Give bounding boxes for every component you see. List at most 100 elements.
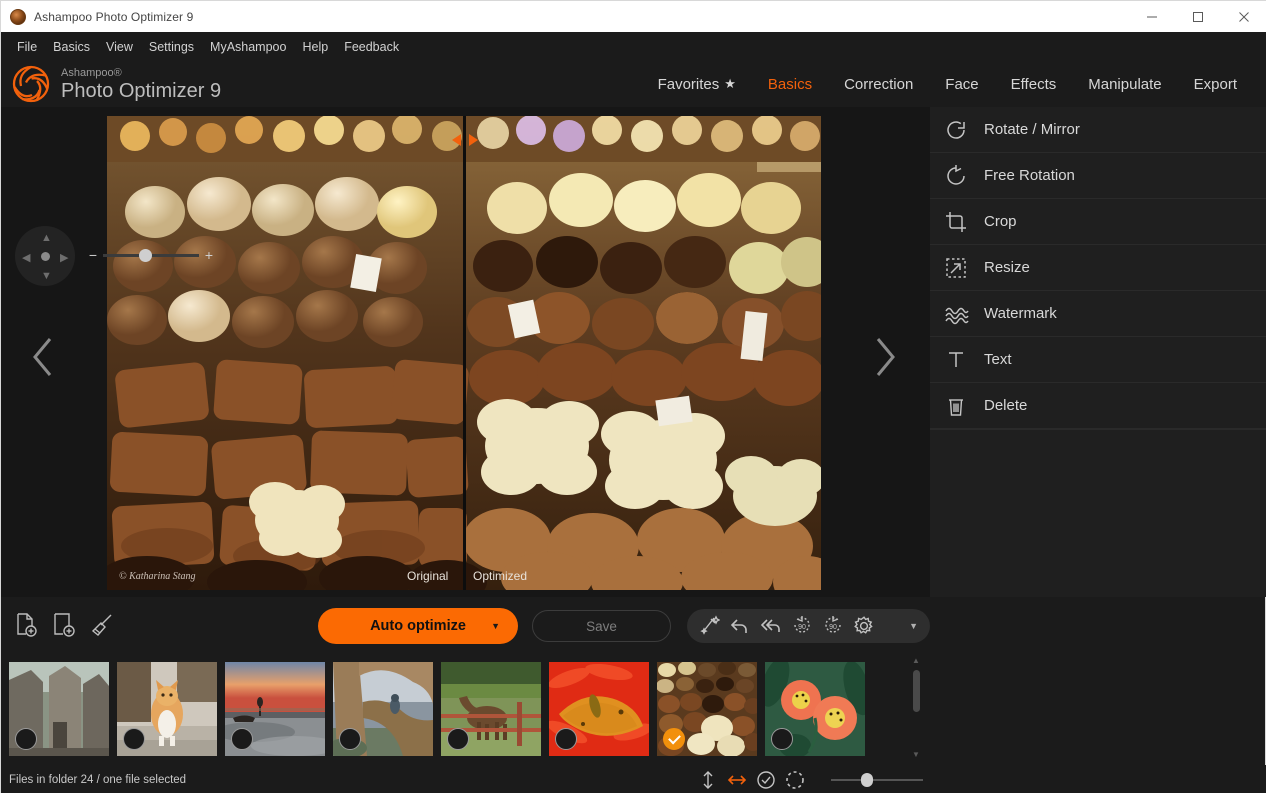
- menu-item-file[interactable]: File: [9, 37, 45, 57]
- split-handle-icon[interactable]: [463, 116, 466, 590]
- plus-icon[interactable]: +: [203, 247, 215, 263]
- maximize-icon[interactable]: [1175, 1, 1221, 32]
- minus-icon[interactable]: −: [87, 247, 99, 263]
- thumbnail-beach-sunset[interactable]: [225, 662, 325, 756]
- auto-optimize-button[interactable]: Auto optimize ▼: [318, 608, 518, 644]
- add-folder-icon[interactable]: [51, 612, 77, 638]
- thumbnail-checkbox[interactable]: [771, 728, 793, 750]
- tab-export[interactable]: Export: [1178, 70, 1253, 99]
- brand-logo: Ashampoo® Photo Optimizer 9: [1, 64, 221, 104]
- menu-rotate-mirror-label: Rotate / Mirror: [984, 121, 1080, 138]
- thumbnail-butterfly-red-flower[interactable]: [549, 662, 649, 756]
- thumbnail-checkbox[interactable]: [663, 728, 685, 750]
- menu-item-basics[interactable]: Basics: [45, 37, 98, 57]
- thumbnail-temple-ruins[interactable]: [9, 662, 109, 756]
- thumbnail-tree-branch-bird[interactable]: [333, 662, 433, 756]
- status-bar: Files in folder 24 / one file selected: [1, 765, 1266, 793]
- resize-icon: [944, 255, 978, 281]
- caret-down-icon[interactable]: ▼: [491, 621, 500, 631]
- label-original: Original: [407, 569, 448, 583]
- menu-item-myashampoo[interactable]: MyAshampoo: [202, 37, 294, 57]
- thumbnail-horse-fence[interactable]: [441, 662, 541, 756]
- tab-manipulate[interactable]: Manipulate: [1072, 70, 1177, 99]
- tab-favorites[interactable]: Favorites ★: [642, 70, 752, 99]
- zoom-slider-thumb[interactable]: [139, 249, 152, 262]
- fit-vertical-icon[interactable]: [698, 770, 718, 790]
- thumbnail-checkbox[interactable]: [231, 728, 253, 750]
- thumbnail-checkbox[interactable]: [447, 728, 469, 750]
- preview-image[interactable]: © Katharina Stang Original Optimized: [107, 116, 821, 590]
- rotate-mirror-icon: [944, 117, 978, 143]
- status-view-icons: [698, 770, 805, 790]
- thumbnail-size-slider[interactable]: [831, 773, 923, 787]
- menu-resize-label: Resize: [984, 259, 1030, 276]
- chevron-left-icon[interactable]: [21, 331, 65, 383]
- magic-wand-icon[interactable]: [694, 613, 723, 639]
- thumbnail-checkbox[interactable]: [555, 728, 577, 750]
- window-title: Ashampoo Photo Optimizer 9: [34, 10, 193, 24]
- fit-horizontal-icon[interactable]: [727, 770, 747, 790]
- svg-text:90: 90: [829, 624, 837, 631]
- tab-correction[interactable]: Correction: [828, 70, 929, 99]
- dotted-circle-icon[interactable]: [785, 770, 805, 790]
- save-button[interactable]: Save: [532, 610, 671, 642]
- minimize-icon[interactable]: [1129, 1, 1175, 32]
- edit-tools-group: 90 90 ▼: [687, 609, 930, 643]
- menu-text[interactable]: Text: [930, 337, 1266, 383]
- app-header: Ashampoo® Photo Optimizer 9 Favorites ★ …: [1, 61, 1266, 107]
- pan-navigator-icon[interactable]: ▲ ▼ ◀ ▶: [15, 226, 75, 286]
- menu-item-help[interactable]: Help: [294, 37, 336, 57]
- thumbnail-checkbox[interactable]: [123, 728, 145, 750]
- status-text: Files in folder 24 / one file selected: [1, 774, 186, 786]
- application-window: Ashampoo Photo Optimizer 9 File Basics V…: [0, 0, 1266, 793]
- brand-product-name: Photo Optimizer 9: [61, 81, 221, 101]
- thumbnail-checkbox[interactable]: [15, 728, 37, 750]
- rotate-left-90-icon[interactable]: 90: [787, 613, 816, 639]
- tab-basics[interactable]: Basics: [752, 70, 828, 99]
- thumbnail-checkbox[interactable]: [339, 728, 361, 750]
- add-file-icon[interactable]: [13, 612, 39, 638]
- thumbnail-chocolate-truffles[interactable]: [657, 662, 757, 756]
- tab-favorites-label: Favorites: [658, 76, 720, 93]
- filmstrip-scrollbar[interactable]: ▲ ▼: [909, 656, 923, 760]
- menu-item-feedback[interactable]: Feedback: [336, 37, 407, 57]
- thumbnail-size-slider-thumb[interactable]: [861, 773, 873, 787]
- svg-text:90: 90: [798, 624, 806, 631]
- close-icon[interactable]: [1221, 1, 1266, 32]
- main-navigation: Favorites ★ Basics Correction Face Effec…: [642, 61, 1253, 107]
- scroll-down-icon[interactable]: ▼: [909, 750, 923, 760]
- menu-bar: File Basics View Settings MyAshampoo Hel…: [1, 32, 1266, 61]
- zoom-slider[interactable]: − +: [87, 247, 215, 263]
- thumbnail-pink-flowers[interactable]: [765, 662, 865, 756]
- chevron-right-icon[interactable]: [863, 331, 907, 383]
- window-controls: [1129, 1, 1266, 32]
- tab-effects[interactable]: Effects: [995, 70, 1073, 99]
- label-optimized: Optimized: [473, 569, 527, 583]
- text-icon: [944, 347, 978, 373]
- tab-face[interactable]: Face: [929, 70, 994, 99]
- basics-menu-panel: Rotate / Mirror Free Rotation Crop: [930, 107, 1266, 597]
- menu-resize[interactable]: Resize: [930, 245, 1266, 291]
- menu-crop[interactable]: Crop: [930, 199, 1266, 245]
- broom-clear-icon[interactable]: [89, 612, 115, 638]
- menu-free-rotation[interactable]: Free Rotation: [930, 153, 1266, 199]
- undo-icon[interactable]: [725, 613, 754, 639]
- menu-watermark[interactable]: Watermark: [930, 291, 1266, 337]
- rotate-right-90-icon[interactable]: 90: [818, 613, 847, 639]
- trash-icon: [944, 393, 978, 419]
- scroll-up-icon[interactable]: ▲: [909, 656, 923, 666]
- menu-item-view[interactable]: View: [98, 37, 141, 57]
- panel-empty-area: [930, 429, 1266, 597]
- aperture-logo-icon: [11, 64, 51, 104]
- menu-delete[interactable]: Delete: [930, 383, 1266, 429]
- check-circle-icon[interactable]: [756, 770, 776, 790]
- menu-rotate-mirror[interactable]: Rotate / Mirror: [930, 107, 1266, 153]
- thumbnail-orange-cat[interactable]: [117, 662, 217, 756]
- caret-down-icon[interactable]: ▼: [909, 621, 918, 631]
- scrollbar-thumb[interactable]: [913, 670, 920, 712]
- menu-item-settings[interactable]: Settings: [141, 37, 202, 57]
- undo-all-icon[interactable]: [756, 613, 785, 639]
- image-preview-area: © Katharina Stang Original Optimized ▲ ▼…: [1, 107, 930, 597]
- auto-optimize-label: Auto optimize: [370, 618, 466, 634]
- settings-gear-icon[interactable]: [849, 613, 878, 639]
